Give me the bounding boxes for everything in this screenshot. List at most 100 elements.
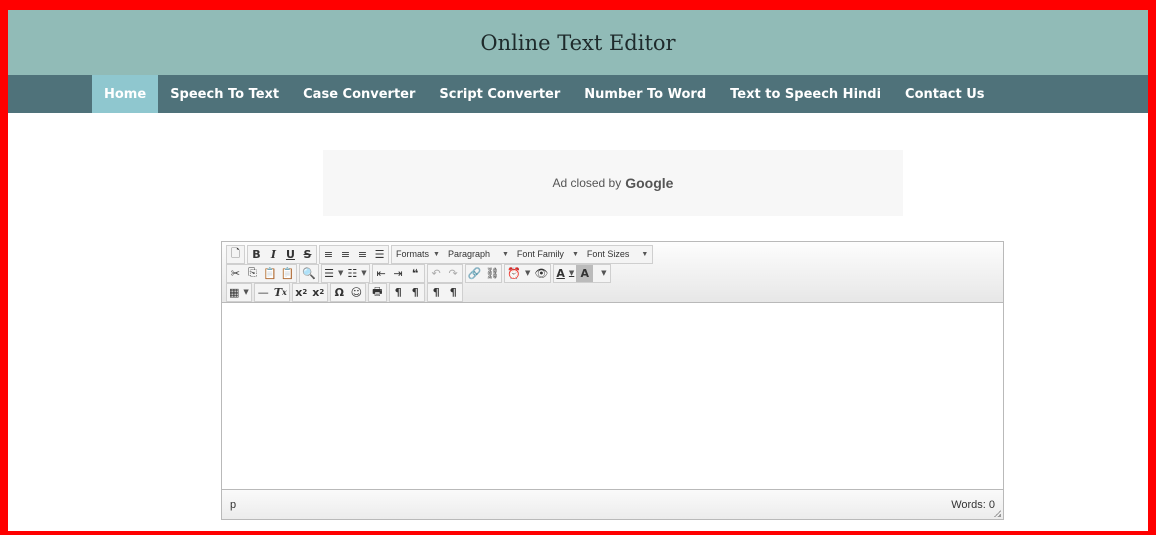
show-blocks-icon[interactable]: ¶	[428, 284, 445, 301]
nav-item-case-converter[interactable]: Case Converter	[291, 75, 427, 113]
special-character-icon[interactable]: Ω	[331, 284, 348, 301]
element-path[interactable]: p	[230, 499, 236, 511]
indent-icon[interactable]: ⇥	[390, 265, 407, 282]
undo-icon[interactable]: ↶	[428, 265, 445, 282]
font-family-dropdown[interactable]: Font Family ▼	[513, 246, 583, 263]
font-sizes-dropdown[interactable]: Font Sizes ▼	[583, 246, 652, 263]
font-sizes-label: Font Sizes	[586, 249, 630, 259]
chevron-down-icon: ▼	[525, 269, 531, 277]
toolbar-group: ⇤ ⇥ ❝	[371, 263, 425, 283]
word-count: Words: 0	[951, 498, 995, 511]
toolbar-group: 🔗 ⛓	[464, 263, 503, 283]
site-title: Online Text Editor	[480, 30, 676, 55]
bullet-list-icon[interactable]: ☰ ▼	[322, 265, 345, 282]
block-format-dropdown[interactable]: Paragraph ▼	[444, 246, 513, 263]
chevron-down-icon: ▼	[571, 250, 579, 258]
toolbar-group: ≡ ≡ ≡ ☰	[319, 244, 389, 264]
chevron-down-icon: ▼	[601, 269, 607, 277]
editor-toolbar: 🗋 B I U S ≡ ≡ ≡ ☰ Formats▼ Paragraph▼	[222, 242, 1003, 303]
toolbar-group: Ω ☺	[329, 282, 366, 302]
background-color-dropdown[interactable]: ▼	[593, 265, 610, 282]
bold-button[interactable]: B	[248, 246, 265, 263]
formats-label: Formats	[396, 249, 430, 259]
toolbar-group: ↶ ↷	[426, 263, 463, 283]
google-logo: Google	[625, 175, 674, 191]
nav-item-home[interactable]: Home	[92, 75, 159, 113]
site-header: Online Text Editor	[8, 10, 1148, 75]
toolbar-group: ▦ ▼	[226, 282, 252, 302]
print-icon[interactable]: 🖶	[369, 284, 386, 301]
chevron-down-icon: ▼	[641, 250, 649, 258]
toolbar-group: 🗋	[226, 244, 245, 264]
font-family-label: Font Family	[516, 249, 564, 259]
toolbar-group: ¶ ¶	[426, 282, 463, 302]
text-editor: 🗋 B I U S ≡ ≡ ≡ ☰ Formats▼ Paragraph▼	[221, 241, 1004, 520]
formats-dropdown[interactable]: Formats ▼	[392, 246, 444, 263]
clear-formatting-icon[interactable]: Tx	[272, 284, 289, 301]
toolbar-group: 🔍	[299, 263, 320, 283]
toolbar-group: A ▼ A ▼	[553, 263, 612, 283]
chevron-down-icon: ▼	[361, 269, 367, 277]
toolbar-group: B I U S	[247, 244, 317, 264]
new-document-icon[interactable]: 🗋	[227, 246, 244, 263]
redo-icon[interactable]: ↷	[445, 265, 462, 282]
find-replace-icon[interactable]: 🔍	[300, 265, 318, 282]
copy-icon[interactable]: ⎘	[244, 265, 261, 282]
insert-datetime-icon[interactable]: ⏰ ▼	[505, 265, 532, 282]
italic-button[interactable]: I	[265, 246, 282, 263]
nav-item-text-to-speech-hindi[interactable]: Text to Speech Hindi	[718, 75, 893, 113]
link-icon[interactable]: 🔗	[466, 265, 484, 282]
numbered-list-icon[interactable]: ☷ ▼	[345, 265, 368, 282]
paste-text-icon[interactable]: 📋	[279, 265, 297, 282]
nav-item-number-to-word[interactable]: Number To Word	[572, 75, 718, 113]
toolbar-group: 🖶	[367, 282, 387, 302]
toolbar-group: ⏰ ▼ 👁	[504, 263, 552, 283]
text-color-icon[interactable]: A ▼	[554, 265, 576, 282]
ad-placeholder: Ad closed by Google	[323, 150, 903, 216]
align-right-icon[interactable]: ≡	[354, 246, 371, 263]
editor-statusbar: p Words: 0	[222, 489, 1003, 519]
subscript-icon[interactable]: x2	[293, 284, 310, 301]
toolbar-row-3: ▦ ▼ — Tx x2 x2 Ω ☺ 🖶 ¶ ¶ ¶ ¶	[226, 282, 999, 302]
show-invisibles-icon[interactable]: ¶	[445, 284, 462, 301]
underline-button[interactable]: U	[282, 246, 299, 263]
align-left-icon[interactable]: ≡	[320, 246, 337, 263]
table-icon[interactable]: ▦ ▼	[227, 284, 251, 301]
rtl-icon[interactable]: ¶	[407, 284, 424, 301]
toolbar-row-1: 🗋 B I U S ≡ ≡ ≡ ☰ Formats▼ Paragraph▼	[226, 244, 999, 264]
chevron-down-icon: ▼	[433, 250, 440, 258]
unlink-icon[interactable]: ⛓	[483, 265, 501, 282]
background-color-icon[interactable]: A	[576, 264, 594, 282]
main-nav: Home Speech To Text Case Converter Scrip…	[8, 75, 1148, 113]
cut-icon[interactable]: ✂	[227, 265, 244, 282]
toolbar-row-2: ✂ ⎘ 📋 📋 🔍 ☰ ▼ ☷ ▼ ⇤ ⇥ ❝ ↶ ↷ 🔗 ⛓ ⏰ ▼ 👁 A …	[226, 263, 999, 283]
ad-closed-text: Ad closed by	[552, 176, 622, 190]
chevron-down-icon: ▼	[501, 250, 509, 258]
block-format-label: Paragraph	[447, 249, 490, 259]
blockquote-icon[interactable]: ❝	[407, 265, 424, 282]
toolbar-group: x2 x2	[291, 282, 328, 302]
page-frame: Online Text Editor Home Speech To Text C…	[0, 0, 1156, 535]
toolbar-group: — Tx	[253, 282, 290, 302]
toolbar-group: ✂ ⎘ 📋 📋	[226, 263, 298, 283]
align-justify-icon[interactable]: ☰	[371, 246, 388, 263]
strikethrough-button[interactable]: S	[299, 246, 316, 263]
horizontal-rule-icon[interactable]: —	[255, 284, 272, 301]
nav-item-contact-us[interactable]: Contact Us	[893, 75, 996, 113]
editor-content-area[interactable]	[222, 303, 1003, 489]
nav-item-script-converter[interactable]: Script Converter	[427, 75, 572, 113]
paste-icon[interactable]: 📋	[261, 265, 279, 282]
chevron-down-icon: ▼	[243, 288, 249, 296]
ltr-icon[interactable]: ¶	[390, 284, 407, 301]
preview-icon[interactable]: 👁	[532, 265, 550, 282]
resize-handle-icon[interactable]	[994, 510, 1001, 517]
outdent-icon[interactable]: ⇤	[373, 265, 390, 282]
align-center-icon[interactable]: ≡	[337, 246, 354, 263]
chevron-down-icon: ▼	[337, 269, 344, 277]
nav-item-speech-to-text[interactable]: Speech To Text	[158, 75, 291, 113]
emoticons-icon[interactable]: ☺	[348, 284, 365, 301]
toolbar-group: ☰ ▼ ☷ ▼	[321, 263, 370, 283]
toolbar-group: Formats ▼ Paragraph ▼ Font Family ▼ Font Si…	[391, 244, 654, 264]
toolbar-group: ¶ ¶	[388, 282, 425, 302]
superscript-icon[interactable]: x2	[310, 284, 327, 301]
